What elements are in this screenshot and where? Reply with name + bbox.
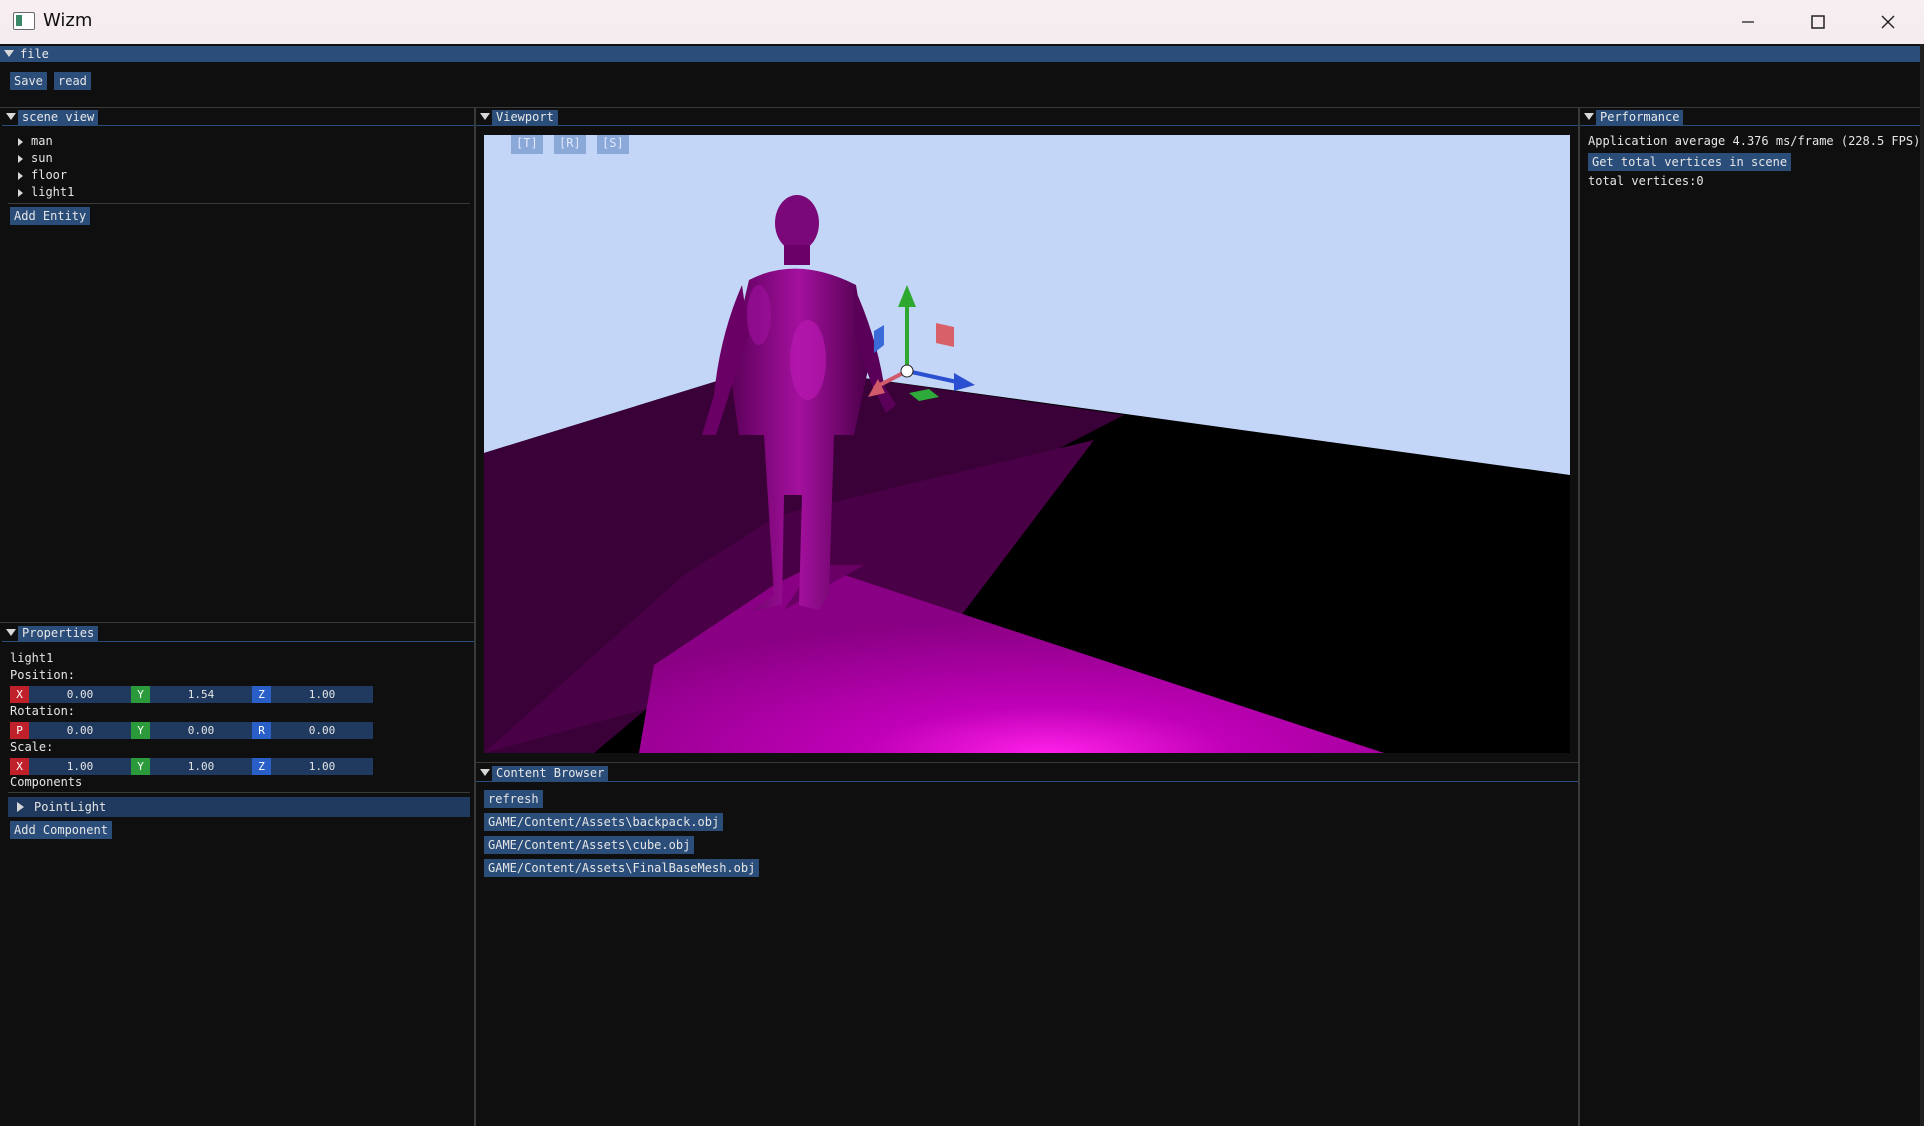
tree-item-floor[interactable]: floor: [31, 168, 67, 183]
scale-x-field[interactable]: 1.00: [29, 758, 131, 775]
file-panel-title: file: [16, 47, 53, 62]
properties-title: Properties: [18, 626, 99, 641]
rotation-label: Rotation:: [10, 704, 76, 718]
rotation-y-field[interactable]: 0.00: [150, 722, 252, 739]
read-button[interactable]: read: [54, 72, 91, 90]
translate-mode-button[interactable]: [T]: [511, 135, 543, 154]
tree-item-sun[interactable]: sun: [31, 151, 53, 166]
tree-item-man[interactable]: man: [31, 134, 53, 149]
scale-y-label: Y: [131, 758, 150, 775]
close-button[interactable]: [1853, 0, 1923, 44]
component-pointlight-header[interactable]: PointLight: [8, 797, 470, 817]
performance-title: Performance: [1596, 110, 1684, 125]
entity-name: light1: [10, 651, 54, 665]
divider: [8, 792, 470, 793]
minimize-button[interactable]: [1713, 0, 1783, 44]
content-divider[interactable]: [476, 762, 1578, 763]
header-underline: [1580, 125, 1920, 126]
tree-expand-icon[interactable]: [18, 189, 23, 197]
rotation-r-label: R: [252, 722, 271, 739]
rotation-r-field[interactable]: 0.00: [271, 722, 373, 739]
collapse-arrow-icon[interactable]: [4, 50, 14, 57]
asset-file-button[interactable]: GAME/Content/Assets\FinalBaseMesh.obj: [484, 859, 760, 877]
header-underline: [2, 125, 474, 126]
position-x-label: X: [10, 686, 29, 703]
tree-expand-icon[interactable]: [18, 155, 23, 163]
rotate-mode-button[interactable]: [R]: [554, 135, 586, 154]
content-browser-header[interactable]: Content Browser: [476, 765, 1578, 781]
position-x-field[interactable]: 0.00: [29, 686, 131, 703]
right-splitter[interactable]: [1578, 107, 1580, 1126]
viewport-canvas[interactable]: [T] [R] [S]: [484, 135, 1570, 753]
add-entity-button[interactable]: Add Entity: [10, 207, 91, 225]
fps-readout: Application average 4.376 ms/frame (228.…: [1588, 134, 1921, 148]
divider: [8, 203, 470, 204]
scale-mode-button[interactable]: [S]: [597, 135, 629, 154]
scale-z-label: Z: [252, 758, 271, 775]
scale-z-field[interactable]: 1.00: [271, 758, 373, 775]
tree-expand-icon[interactable]: [18, 138, 23, 146]
close-icon: [1881, 15, 1895, 29]
maximize-icon: [1811, 15, 1825, 29]
scale-label: Scale:: [10, 740, 54, 754]
get-vertices-button[interactable]: Get total vertices in scene: [1588, 153, 1792, 171]
components-label: Components: [10, 775, 83, 789]
performance-header[interactable]: Performance: [1580, 109, 1920, 125]
save-button[interactable]: Save: [10, 72, 47, 90]
top-divider: [0, 107, 1924, 108]
window-title: Wizm: [43, 10, 93, 31]
transform-gizmo[interactable]: [868, 285, 975, 401]
asset-file-button[interactable]: GAME/Content/Assets\cube.obj: [484, 836, 695, 854]
collapse-arrow-icon[interactable]: [6, 629, 16, 636]
app-icon: [13, 12, 35, 30]
minimize-icon: [1742, 21, 1754, 23]
scene-view-title: scene view: [18, 110, 99, 125]
file-panel-header[interactable]: file: [0, 46, 1924, 62]
refresh-button[interactable]: refresh: [484, 790, 543, 808]
left-splitter[interactable]: [474, 107, 476, 1126]
scale-x-label: X: [10, 758, 29, 775]
expand-icon[interactable]: [17, 802, 24, 812]
content-browser-title: Content Browser: [492, 766, 609, 781]
tree-expand-icon[interactable]: [18, 172, 23, 180]
viewport-header[interactable]: Viewport: [476, 109, 1578, 125]
position-y-label: Y: [131, 686, 150, 703]
viewport-title: Viewport: [492, 110, 558, 125]
position-y-field[interactable]: 1.54: [150, 686, 252, 703]
header-underline: [476, 125, 1578, 126]
maximize-button[interactable]: [1783, 0, 1853, 44]
position-z-label: Z: [252, 686, 271, 703]
scene-render[interactable]: [484, 135, 1570, 753]
collapse-arrow-icon[interactable]: [480, 113, 490, 120]
component-name: PointLight: [34, 800, 107, 814]
total-vertices-readout: total vertices:0: [1588, 174, 1704, 188]
properties-header[interactable]: Properties: [2, 625, 474, 641]
tree-item-light1[interactable]: light1: [31, 185, 74, 200]
right-edge: [1920, 44, 1924, 1126]
rotation-y-label: Y: [131, 722, 150, 739]
collapse-arrow-icon[interactable]: [6, 113, 16, 120]
add-component-button[interactable]: Add Component: [10, 821, 112, 839]
header-underline: [2, 641, 474, 642]
scene-view-header[interactable]: scene view: [2, 109, 474, 125]
rotation-p-label: P: [10, 722, 29, 739]
rotation-p-field[interactable]: 0.00: [29, 722, 131, 739]
asset-file-button[interactable]: GAME/Content/Assets\backpack.obj: [484, 813, 724, 831]
collapse-arrow-icon[interactable]: [480, 769, 490, 776]
app-window: Wizm file Save read scene view man sun f…: [0, 0, 1924, 1126]
properties-divider[interactable]: [0, 622, 474, 623]
scale-y-field[interactable]: 1.00: [150, 758, 252, 775]
header-underline: [476, 781, 1578, 782]
position-label: Position:: [10, 668, 76, 682]
position-z-field[interactable]: 1.00: [271, 686, 373, 703]
collapse-arrow-icon[interactable]: [1584, 113, 1594, 120]
title-bar[interactable]: Wizm: [0, 0, 1924, 44]
